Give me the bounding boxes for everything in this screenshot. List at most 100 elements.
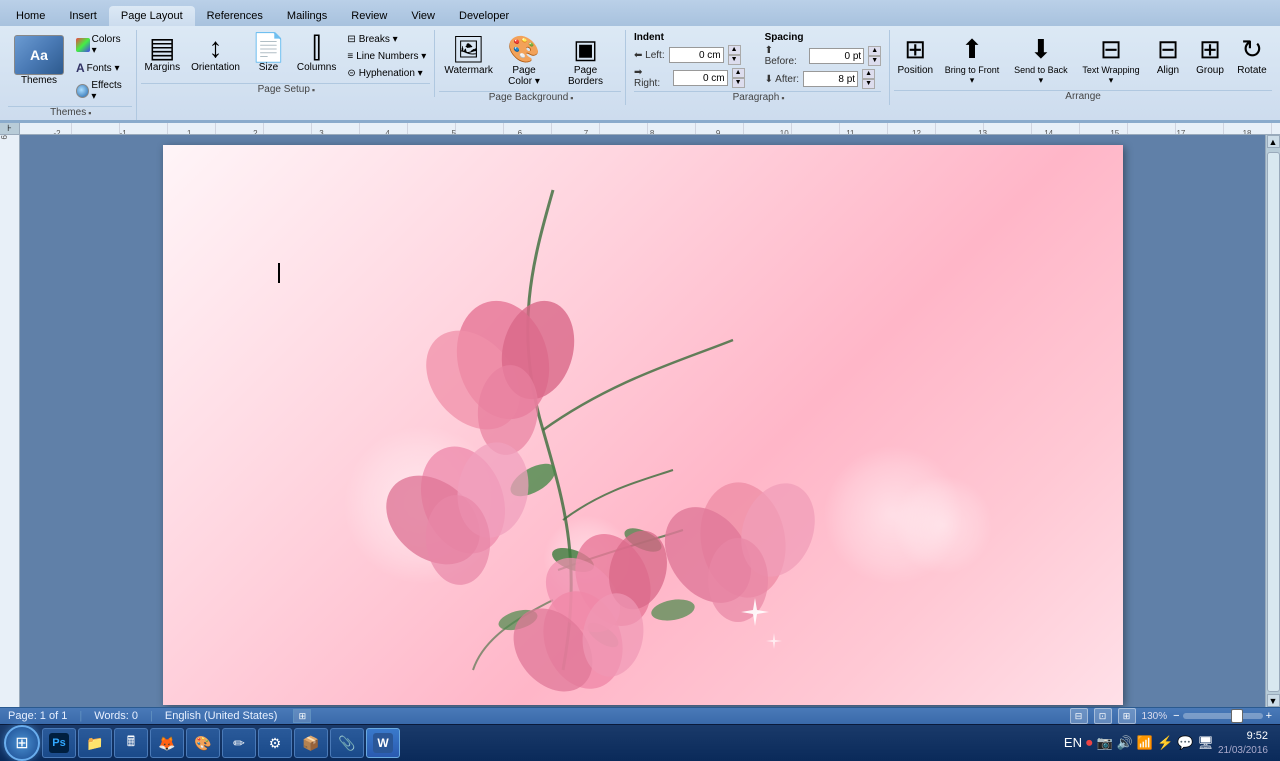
tab-page-layout[interactable]: Page Layout: [109, 6, 195, 26]
page-setup-group-title: Page Setup ▪: [141, 83, 431, 95]
fonts-button[interactable]: A Fonts ▾: [72, 59, 132, 77]
hyphenation-icon: ⊝: [347, 68, 355, 79]
line-numbers-label: Line Numbers ▾: [356, 51, 426, 62]
zoom-slider[interactable]: [1183, 713, 1263, 719]
columns-icon: ⫿: [312, 34, 321, 62]
view-print-button[interactable]: ⊟: [1070, 708, 1088, 724]
tray-app3[interactable]: 📶: [1137, 735, 1153, 751]
text-wrapping-button[interactable]: ⊟ Text Wrapping ▾: [1076, 32, 1146, 88]
rotate-label: Rotate: [1237, 65, 1266, 76]
indent-left-input[interactable]: [669, 47, 724, 63]
status-page-icon[interactable]: ⊞: [293, 709, 311, 723]
taskbar-calculator[interactable]: 🖩: [114, 728, 148, 758]
page-borders-button[interactable]: ▣ Page Borders: [550, 32, 621, 89]
zoom-in-button[interactable]: +: [1266, 710, 1272, 722]
paragraph-expand[interactable]: ▪: [781, 93, 784, 103]
taskbar-firefox[interactable]: 🦊: [150, 728, 184, 758]
document[interactable]: [163, 145, 1123, 705]
tray-record[interactable]: ⏺: [1086, 735, 1093, 751]
paint-icon: 🎨: [193, 733, 213, 753]
indent-left-stepper[interactable]: ▲▼: [728, 45, 741, 65]
page-setup-expand[interactable]: ▪: [312, 85, 315, 95]
tray-app2[interactable]: 🔊: [1117, 735, 1133, 751]
start-button[interactable]: ⊞: [4, 725, 40, 761]
rotate-button[interactable]: ↻ Rotate: [1232, 32, 1272, 88]
paragraph-group-title: Paragraph ▪: [634, 91, 881, 103]
text-cursor: [278, 263, 280, 283]
themes-button[interactable]: Aa Themes: [8, 32, 70, 104]
tray-lang[interactable]: EN: [1064, 735, 1082, 750]
watermark-label: Watermark: [444, 65, 493, 76]
themes-group: Aa Themes Colors ▾ A Fonts ▾: [8, 32, 132, 104]
spacing-before-input[interactable]: [809, 48, 864, 64]
zoom-controls: − +: [1173, 710, 1272, 722]
page-background-expand[interactable]: ▪: [570, 93, 573, 103]
indent-right-stepper[interactable]: ▲▼: [732, 68, 745, 88]
spacing-after-stepper[interactable]: ▲▼: [862, 69, 875, 89]
tab-home[interactable]: Home: [4, 6, 57, 26]
taskbar-app8[interactable]: 📦: [294, 728, 328, 758]
spacing-after-input[interactable]: [803, 71, 858, 87]
tab-review[interactable]: Review: [339, 6, 399, 26]
scroll-up-button[interactable]: ▲: [1267, 135, 1280, 148]
zoom-out-button[interactable]: −: [1173, 710, 1179, 722]
position-button[interactable]: ⊞ Position: [894, 32, 936, 88]
hyphenation-label: Hyphenation ▾: [359, 68, 423, 79]
taskbar-app9[interactable]: 📎: [330, 728, 364, 758]
themes-expand[interactable]: ▪: [88, 108, 91, 118]
effects-button[interactable]: Effects ▾: [72, 78, 132, 104]
tab-insert[interactable]: Insert: [57, 6, 109, 26]
taskbar-app6[interactable]: ✏: [222, 728, 256, 758]
tray-app4[interactable]: ⚡: [1157, 735, 1173, 751]
effects-icon: [76, 84, 89, 98]
tab-view[interactable]: View: [399, 6, 447, 26]
colors-button[interactable]: Colors ▾: [72, 32, 132, 58]
send-to-back-button[interactable]: ⬇ Send to Back ▾: [1008, 32, 1074, 88]
view-fullscreen-button[interactable]: ⊡: [1094, 708, 1112, 724]
taskbar-explorer[interactable]: 📁: [78, 728, 112, 758]
tab-mailings[interactable]: Mailings: [275, 6, 339, 26]
ruler-corner[interactable]: ⊦: [0, 123, 20, 134]
themes-icon: Aa: [14, 35, 64, 75]
tray-app5[interactable]: 💬: [1177, 735, 1193, 751]
taskbar-word[interactable]: W: [366, 728, 400, 758]
vertical-scrollbar[interactable]: ▲ ▼: [1265, 135, 1280, 707]
bring-to-front-button[interactable]: ⬆ Bring to Front ▾: [938, 32, 1005, 88]
arrange-label: Arrange: [1063, 91, 1103, 102]
right-label: ➡ Right:: [634, 67, 669, 89]
status-bar: Page: 1 of 1 | Words: 0 | English (Unite…: [0, 707, 1280, 724]
scroll-down-button[interactable]: ▼: [1267, 694, 1280, 707]
rotate-icon: ↻: [1241, 34, 1263, 65]
scroll-thumb[interactable]: [1267, 152, 1280, 692]
orientation-icon: ↕: [209, 34, 223, 62]
taskbar-photoshop[interactable]: Ps: [42, 728, 76, 758]
page-color-button[interactable]: 🎨 Page Color ▾: [500, 32, 548, 89]
tab-references[interactable]: References: [195, 6, 275, 26]
columns-button[interactable]: ⫿ Columns: [293, 32, 340, 81]
line-numbers-button[interactable]: ≡ Line Numbers ▾: [343, 49, 430, 64]
tab-developer[interactable]: Developer: [447, 6, 521, 26]
orientation-button[interactable]: ↕ Orientation: [187, 32, 244, 81]
zoom-thumb[interactable]: [1231, 709, 1243, 723]
align-button[interactable]: ⊟ Align: [1148, 32, 1188, 88]
taskbar-app7[interactable]: ⚙: [258, 728, 292, 758]
size-button[interactable]: 📄 Size: [247, 32, 290, 81]
taskbar-paint[interactable]: 🎨: [186, 728, 220, 758]
indent-right-input[interactable]: [673, 70, 728, 86]
colors-icon: [76, 38, 90, 52]
tray-app1[interactable]: 📷: [1096, 735, 1112, 751]
photoshop-icon: Ps: [49, 733, 69, 753]
tray-app6[interactable]: 🖥: [1197, 735, 1214, 751]
watermark-button[interactable]: 🖼 Watermark: [439, 32, 498, 89]
group-button[interactable]: ⊞ Group: [1190, 32, 1230, 88]
page-setup-label: Page Setup: [256, 84, 312, 95]
hyphenation-button[interactable]: ⊝ Hyphenation ▾: [343, 66, 430, 81]
breaks-button[interactable]: ⊟ Breaks ▾: [343, 32, 430, 47]
spacing-before-stepper[interactable]: ▲▼: [868, 46, 881, 66]
view-web-button[interactable]: ⊞: [1118, 708, 1136, 724]
margins-button[interactable]: ▤ Margins: [141, 32, 185, 81]
doc-area[interactable]: [20, 135, 1265, 707]
paragraph-group: Indent ⬅ Left: ▲▼ ➡ Right: ▲▼: [626, 30, 890, 105]
page-count: Page: 1 of 1: [8, 710, 67, 722]
after-label: ⬇ After:: [765, 74, 800, 85]
